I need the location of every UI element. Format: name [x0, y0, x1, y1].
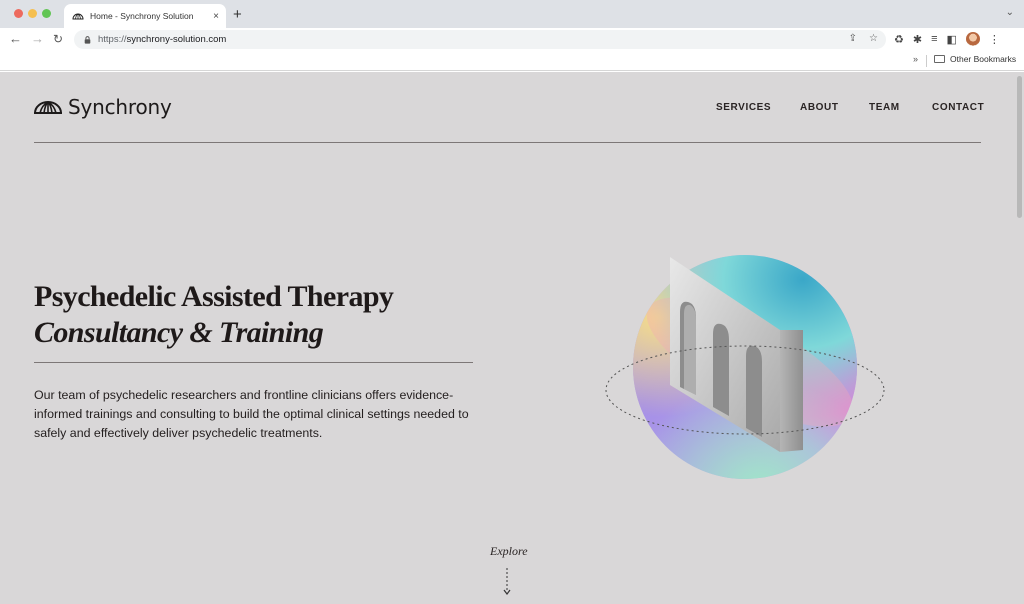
share-icon[interactable]: ⇪ [849, 33, 857, 44]
puzzle-icon[interactable]: ✱ [913, 33, 922, 46]
nav-link-team[interactable]: TEAM [869, 102, 900, 113]
explore-link[interactable]: Explore [490, 544, 528, 559]
site-logo[interactable]: Synchrony [34, 95, 172, 119]
hero-subtitle: Consultancy & Training [34, 316, 324, 349]
forward-icon[interactable]: → [31, 31, 44, 47]
other-bookmarks-button[interactable]: Other Bookmarks [934, 54, 1016, 64]
maximize-window-button[interactable] [42, 9, 51, 18]
close-window-button[interactable] [14, 9, 23, 18]
page-scrollbar[interactable] [1014, 72, 1024, 604]
browser-tab-active[interactable]: Home - Synchrony Solution × [64, 4, 226, 28]
bookmarks-divider [926, 55, 927, 67]
kebab-menu-icon[interactable]: ⋮ [989, 33, 1000, 46]
new-tab-button[interactable]: + [233, 6, 242, 24]
web-page: Synchrony SERVICES ABOUT TEAM CONTACT Ps… [0, 72, 1024, 604]
dotted-down-arrow-icon[interactable] [503, 568, 511, 596]
hero-description: Our team of psychedelic researchers and … [34, 388, 469, 440]
reading-list-icon[interactable]: ≡ [931, 33, 937, 45]
folder-icon [934, 55, 945, 63]
back-icon[interactable]: ← [9, 31, 22, 47]
minimize-window-button[interactable] [28, 9, 37, 18]
bookmarks-overflow-icon[interactable]: » [913, 54, 918, 64]
recycle-icon[interactable]: ♻ [894, 33, 904, 46]
bookmarks-bar: » Other Bookmarks [0, 51, 1024, 71]
browser-toolbar: ← → ↻ https://synchrony-solution.com ⇪ ☆… [0, 28, 1024, 51]
profile-avatar[interactable] [965, 32, 980, 46]
url-text: https://synchrony-solution.com [98, 34, 227, 45]
nav-link-services[interactable]: SERVICES [716, 102, 771, 113]
tab-close-icon[interactable]: × [208, 11, 224, 22]
side-panel-icon[interactable]: ◧ [947, 33, 957, 46]
hero-divider [34, 362, 473, 363]
scrollbar-thumb[interactable] [1017, 76, 1022, 218]
dome-logo-icon [34, 101, 62, 114]
header-divider [34, 142, 981, 143]
nav-link-about[interactable]: ABOUT [800, 102, 839, 113]
nav-link-contact[interactable]: CONTACT [932, 102, 984, 113]
site-favicon-icon [72, 13, 84, 20]
logo-wordmark: Synchrony [68, 95, 172, 119]
tab-title: Home - Synchrony Solution [90, 11, 194, 21]
lock-icon [84, 35, 91, 44]
reload-icon[interactable]: ↻ [53, 31, 63, 47]
tab-search-chevron-icon[interactable]: ⌄ [1006, 7, 1014, 18]
browser-tab-bar: Home - Synchrony Solution × + ⌄ [0, 0, 1024, 28]
other-bookmarks-label: Other Bookmarks [950, 54, 1017, 64]
star-icon[interactable]: ☆ [869, 33, 878, 44]
hero-title: Psychedelic Assisted Therapy [34, 280, 394, 313]
address-bar[interactable]: https://synchrony-solution.com ⇪ ☆ [74, 30, 886, 49]
hero-illustration [605, 255, 885, 479]
